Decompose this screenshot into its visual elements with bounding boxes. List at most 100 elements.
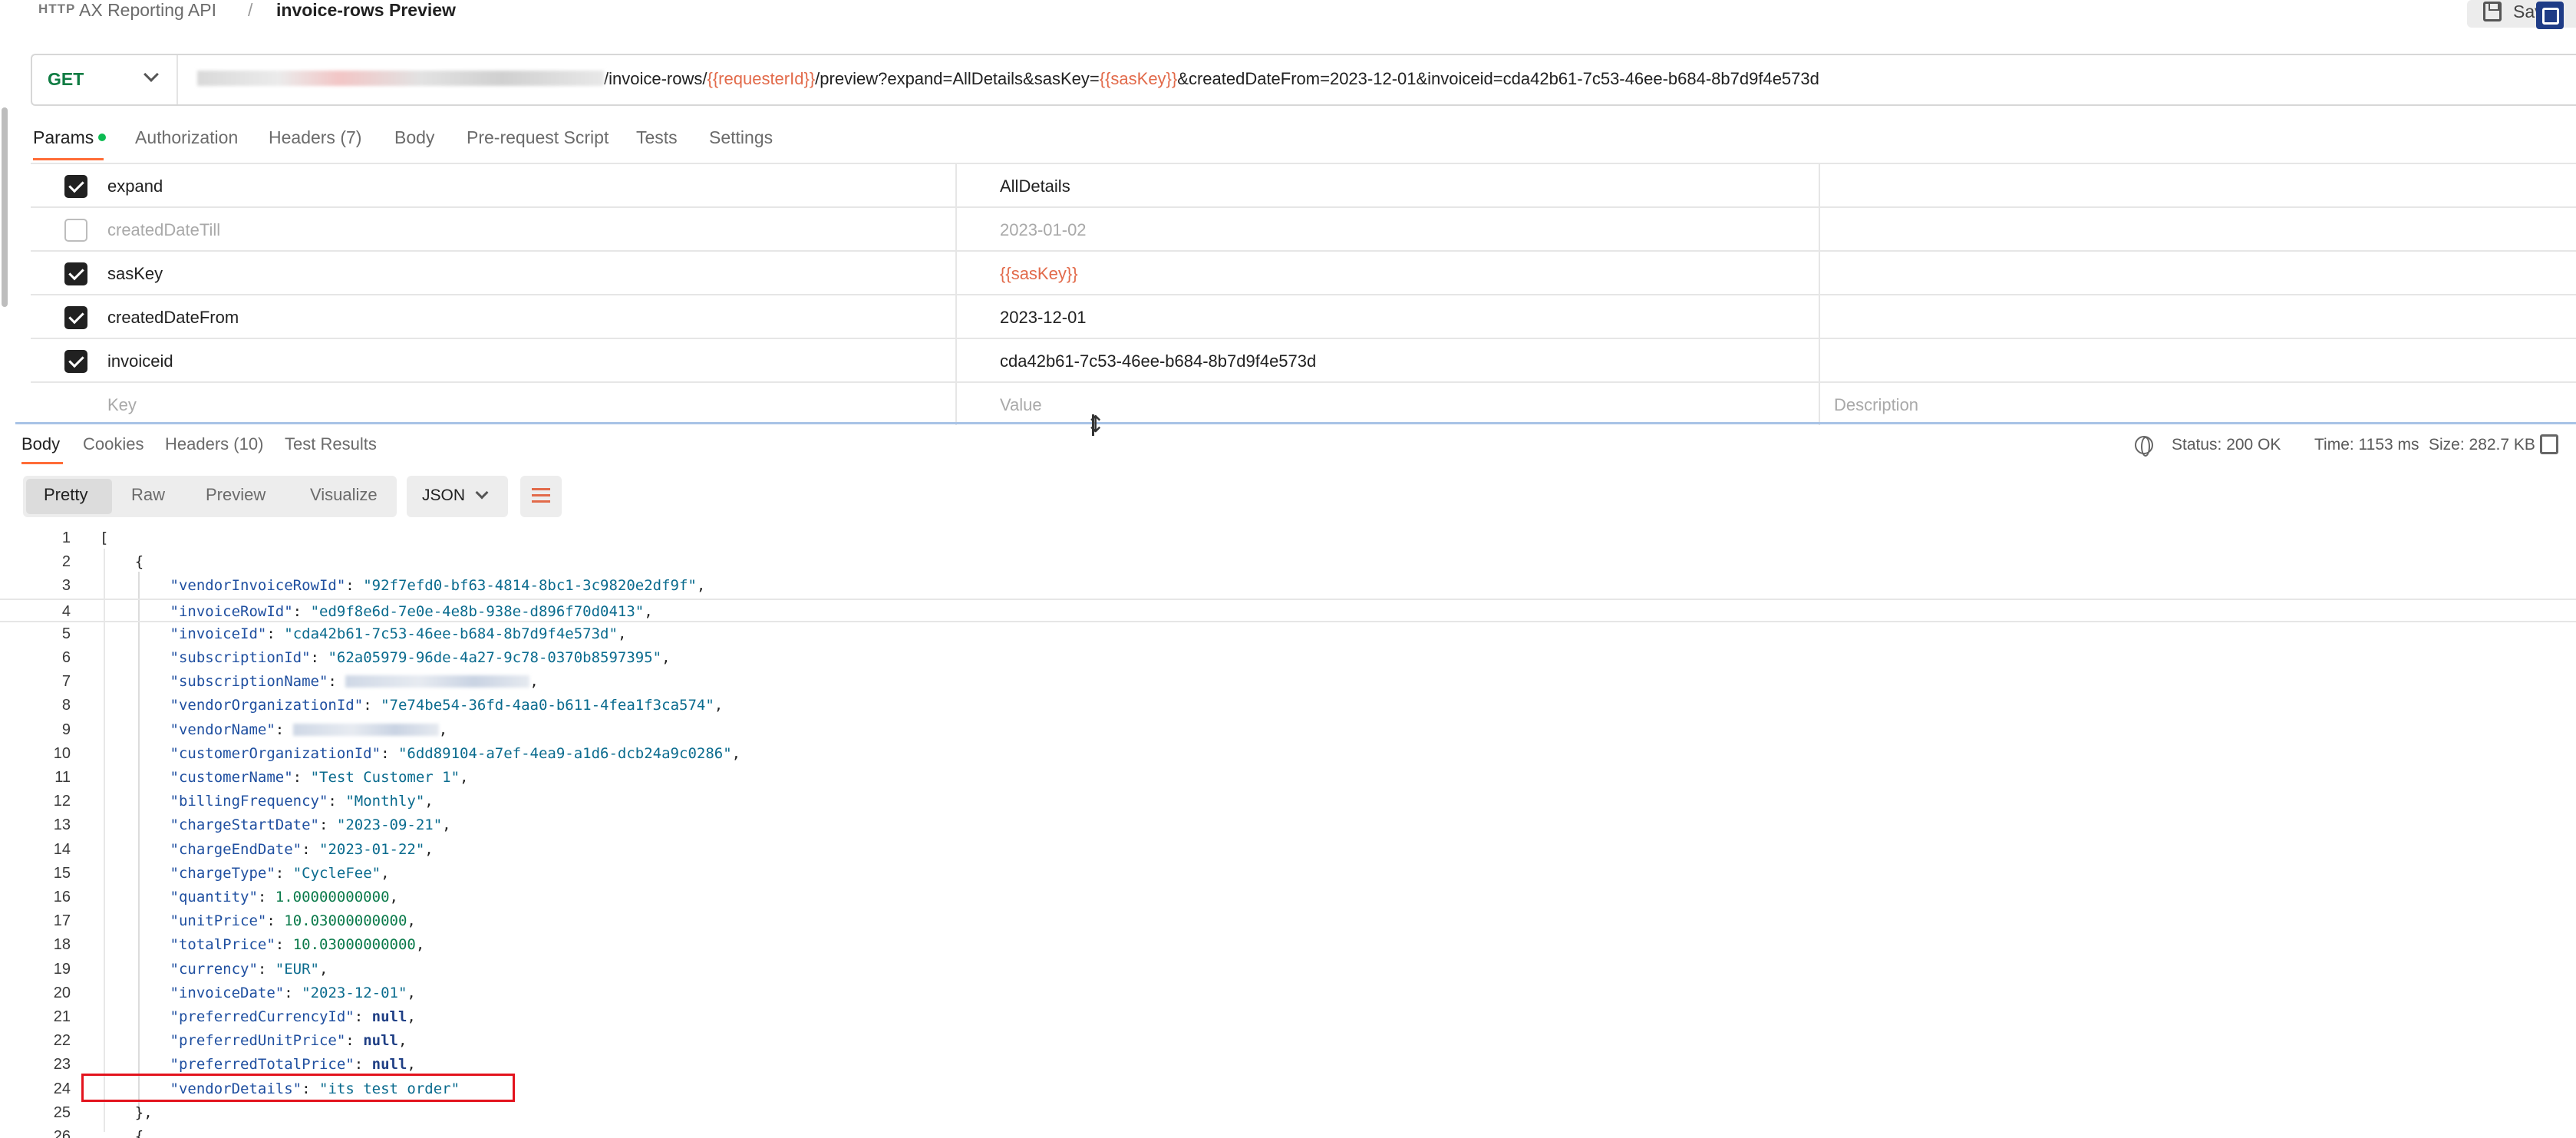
param-value-cell[interactable]: 2023-01-02	[957, 208, 1820, 250]
params-indicator-dot	[98, 134, 107, 141]
param-checkbox[interactable]	[64, 219, 87, 242]
line-number: 5	[61, 625, 71, 642]
param-value-cell[interactable]: cda42b61-7c53-46ee-b684-8b7d9f4e573d	[957, 339, 1820, 381]
tab-settings[interactable]: Settings	[709, 127, 773, 148]
code-text: "chargeStartDate": "2023-09-21",	[170, 816, 451, 834]
json-key: "invoiceDate"	[170, 984, 285, 1001]
line-number: 25	[53, 1103, 71, 1121]
json-key: "preferredTotalPrice"	[170, 1056, 355, 1074]
code-text: {	[100, 1128, 144, 1138]
response-body-viewer[interactable]: 1[2 {3 "vendorInvoiceRowId": "92f7efd0-b…	[0, 526, 2576, 1138]
json-key: "chargeEndDate"	[170, 840, 302, 858]
code-line: 15 "chargeType": "CycleFee",	[0, 862, 2576, 886]
param-key-cell[interactable]: Key	[31, 383, 957, 425]
line-number: 21	[53, 1008, 71, 1025]
tab-test-results[interactable]: Test Results	[285, 434, 377, 454]
param-value-cell[interactable]: 2023-12-01	[957, 295, 1820, 338]
pane-divider[interactable]	[15, 422, 2576, 424]
response-size[interactable]: Size: 282.7 KB	[2429, 436, 2535, 454]
json-value: "2023-01-22"	[319, 840, 425, 858]
line-number: 9	[61, 721, 71, 738]
http-icon: HTTP	[38, 2, 76, 16]
param-description-placeholder[interactable]: Description	[1834, 395, 1918, 415]
url-input[interactable]: /invoice-rows/{{requesterId}}/preview?ex…	[197, 69, 1819, 89]
capture-icon[interactable]	[2536, 2, 2564, 29]
code-line: 9 "vendorName": ,	[0, 718, 2576, 742]
active-response-tab-indicator	[21, 462, 63, 464]
tab-response-body[interactable]: Body	[21, 434, 60, 454]
code-line: 22 "preferredUnitPrice": null,	[0, 1029, 2576, 1053]
param-new-row: Key Value Description	[31, 381, 2576, 425]
param-key-cell[interactable]: sasKey	[31, 252, 957, 294]
param-value: cda42b61-7c53-46ee-b684-8b7d9f4e573d	[1000, 351, 1317, 371]
scrollbar[interactable]	[2, 107, 8, 307]
param-key-cell[interactable]: createdDateFrom	[31, 295, 957, 338]
view-visualize[interactable]: Visualize	[310, 485, 378, 505]
tab-authorization[interactable]: Authorization	[135, 127, 238, 148]
json-value: "Test Customer 1"	[310, 769, 460, 786]
format-select[interactable]: JSON	[407, 476, 508, 517]
view-mode-selector: Pretty Raw Preview Visualize	[23, 476, 397, 517]
code-text: "customerOrganizationId": "6dd89104-a7ef…	[170, 744, 741, 762]
param-value-cell[interactable]: AllDetails	[957, 164, 1820, 206]
line-number: 15	[53, 864, 71, 882]
code-text: "chargeEndDate": "2023-01-22",	[170, 840, 434, 858]
param-row: expand AllDetails	[31, 163, 2576, 206]
param-checkbox[interactable]	[64, 175, 87, 198]
json-key: "vendorName"	[170, 721, 275, 738]
json-value: "2023-09-21"	[336, 816, 443, 834]
code-text: "currency": "EUR",	[170, 960, 328, 978]
param-checkbox[interactable]	[64, 262, 87, 285]
tab-params[interactable]: Params	[33, 127, 107, 148]
code-text: "chargeType": "CycleFee",	[170, 864, 390, 882]
url-variable-requester: {{requesterId}}	[707, 69, 816, 88]
code-text: "subscriptionId": "62a05979-96de-4a27-9c…	[170, 649, 671, 666]
breadcrumb-collection[interactable]: AX Reporting API	[79, 0, 216, 21]
code-line: 19 "currency": "EUR",	[0, 958, 2576, 981]
json-value: 10.03000000000	[284, 912, 407, 930]
code-text: "customerName": "Test Customer 1",	[170, 769, 469, 786]
tab-cookies[interactable]: Cookies	[83, 434, 143, 454]
json-value: null	[363, 1032, 398, 1050]
view-preview[interactable]: Preview	[206, 485, 266, 505]
tab-pre-request-script[interactable]: Pre-request Script	[467, 127, 609, 148]
line-number: 10	[53, 744, 71, 762]
request-title[interactable]: invoice-rows Preview	[276, 0, 456, 21]
view-raw[interactable]: Raw	[131, 485, 165, 505]
param-row: createdDateFrom 2023-12-01	[31, 294, 2576, 338]
tab-body[interactable]: Body	[394, 127, 434, 148]
line-number: 20	[53, 984, 71, 1001]
view-pretty[interactable]: Pretty	[44, 485, 87, 505]
wrap-lines-button[interactable]	[520, 476, 562, 517]
json-value: "6dd89104-a7ef-4ea9-a1d6-dcb24a9c0286"	[397, 744, 732, 762]
tab-response-headers[interactable]: Headers (10)	[165, 434, 263, 454]
code-text: "vendorOrganizationId": "7e74be54-36fd-4…	[170, 697, 724, 714]
line-number: 19	[53, 960, 71, 978]
json-value: 1.00000000000	[275, 889, 390, 905]
method-select[interactable]: GET	[32, 55, 178, 104]
save-response-icon[interactable]	[2540, 434, 2558, 454]
code-text: "subscriptionName": ,	[170, 673, 539, 691]
param-key-cell[interactable]: createdDateTill	[31, 208, 957, 250]
param-checkbox[interactable]	[64, 350, 87, 373]
method-label: GET	[48, 69, 84, 89]
json-value: 10.03000000000	[292, 936, 416, 954]
format-label: JSON	[422, 487, 466, 504]
code-line: 18 "totalPrice": 10.03000000000,	[0, 933, 2576, 957]
json-key: "invoiceRowId"	[170, 602, 293, 620]
tab-headers[interactable]: Headers (7)	[269, 127, 361, 148]
status-code[interactable]: Status: 200 OK	[2172, 436, 2281, 454]
json-value: null	[371, 1056, 407, 1074]
param-checkbox[interactable]	[64, 306, 87, 329]
tab-tests[interactable]: Tests	[636, 127, 678, 148]
request-tabs: Params Authorization Headers (7) Body Pr…	[33, 123, 2576, 161]
json-value: "CycleFee"	[292, 864, 381, 882]
json-key: "chargeType"	[170, 864, 275, 882]
line-number: 22	[53, 1032, 71, 1050]
param-key-cell[interactable]: expand	[31, 164, 957, 206]
param-value-cell[interactable]: {{sasKey}}	[957, 252, 1820, 294]
globe-icon[interactable]	[2135, 436, 2153, 457]
redacted-value	[345, 675, 530, 688]
response-time[interactable]: Time: 1153 ms	[2314, 436, 2419, 454]
param-key-cell[interactable]: invoiceid	[31, 339, 957, 381]
